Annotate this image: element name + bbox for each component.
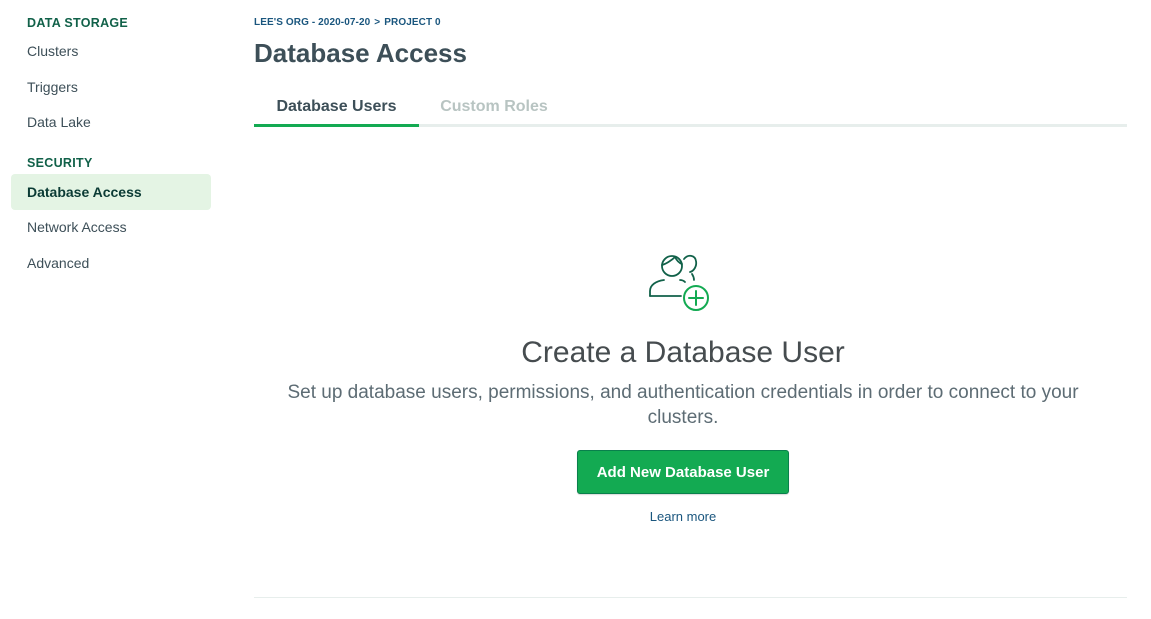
sidebar-heading-data-storage: DATA STORAGE bbox=[27, 16, 129, 30]
sidebar-item-triggers[interactable]: Triggers bbox=[11, 69, 211, 105]
sidebar-item-advanced[interactable]: Advanced bbox=[11, 245, 211, 281]
breadcrumb-separator: > bbox=[374, 17, 381, 28]
sidebar-item-data-lake[interactable]: Data Lake bbox=[11, 104, 211, 140]
learn-more-link[interactable]: Learn more bbox=[254, 509, 1112, 524]
empty-state-title: Create a Database User bbox=[521, 336, 845, 369]
tab-bar: Database Users Custom Roles bbox=[254, 91, 1127, 127]
sidebar-heading-security: SECURITY bbox=[27, 156, 93, 170]
page-title: Database Access bbox=[254, 38, 467, 68]
sidebar-item-clusters[interactable]: Clusters bbox=[11, 33, 211, 69]
breadcrumb-org[interactable]: LEE'S ORG - 2020-07-20 bbox=[254, 17, 370, 28]
sidebar: DATA STORAGE Clusters Triggers Data Lake… bbox=[0, 0, 222, 619]
sidebar-item-database-access[interactable]: Database Access bbox=[11, 174, 211, 210]
empty-state: Create a Database User Set up database u… bbox=[254, 250, 1112, 524]
add-new-database-user-button[interactable]: Add New Database User bbox=[577, 450, 789, 494]
sidebar-item-network-access[interactable]: Network Access bbox=[11, 209, 211, 245]
bottom-divider bbox=[254, 597, 1127, 598]
breadcrumb-project[interactable]: PROJECT 0 bbox=[384, 17, 440, 28]
tab-database-users[interactable]: Database Users bbox=[254, 91, 419, 127]
tab-custom-roles[interactable]: Custom Roles bbox=[419, 91, 569, 127]
empty-state-description: Set up database users, permissions, and … bbox=[287, 382, 1079, 428]
breadcrumb: LEE'S ORG - 2020-07-20 > PROJECT 0 bbox=[254, 17, 441, 28]
add-user-icon bbox=[649, 254, 709, 311]
